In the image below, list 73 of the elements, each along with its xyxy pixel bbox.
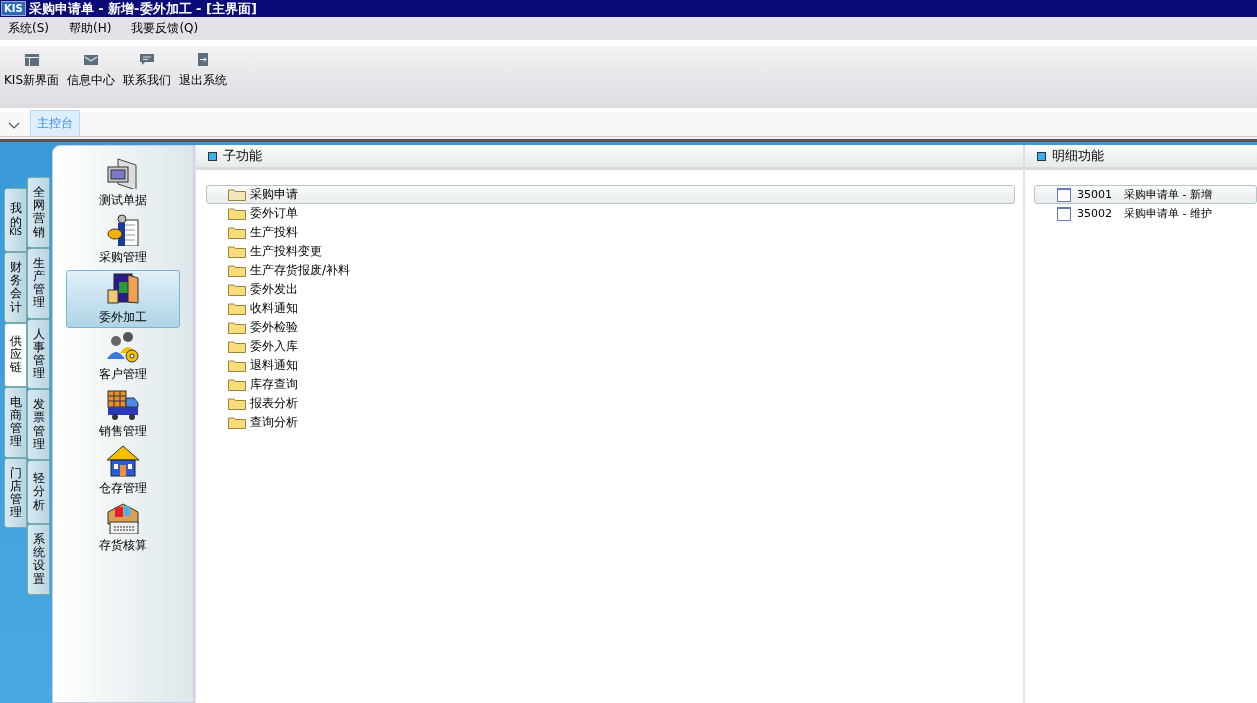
house-icon bbox=[106, 445, 140, 477]
exit-icon bbox=[198, 53, 209, 66]
folder-icon bbox=[228, 340, 246, 353]
folder-item[interactable]: 委外入库 bbox=[206, 337, 1015, 356]
toolbar-button[interactable]: 退出系统 bbox=[179, 53, 228, 101]
vertical-tab[interactable]: 系统设置 bbox=[27, 524, 50, 595]
vertical-tab[interactable]: 生产管理 bbox=[27, 247, 50, 319]
folder-item[interactable]: 收料通知 bbox=[206, 299, 1015, 318]
folder-item[interactable]: 委外订单 bbox=[206, 204, 1015, 223]
square-bullet-icon bbox=[208, 151, 217, 161]
vertical-tab[interactable]: 财务会计 bbox=[4, 252, 27, 323]
folder-icon bbox=[228, 245, 246, 258]
vertical-tab[interactable]: 人事管理 bbox=[27, 318, 50, 390]
folder-item[interactable]: 报表分析 bbox=[206, 394, 1015, 413]
folder-item[interactable]: 采购申请 bbox=[206, 185, 1015, 204]
document-icon bbox=[1057, 206, 1071, 221]
people-gear-icon bbox=[106, 331, 140, 363]
chevron-down-icon[interactable] bbox=[8, 122, 20, 130]
panel-title: 子功能 bbox=[223, 147, 262, 165]
module-item[interactable]: 存货核算 bbox=[66, 501, 180, 556]
folder-icon bbox=[228, 359, 246, 372]
folder-item[interactable]: 委外发出 bbox=[206, 280, 1015, 299]
panel-title: 明细功能 bbox=[1052, 147, 1104, 165]
vertical-tab[interactable]: 供应链 bbox=[4, 322, 27, 387]
vertical-tab[interactable]: 发票管理 bbox=[27, 389, 50, 460]
toolbar-button[interactable]: 信息中心 bbox=[67, 53, 116, 101]
module-item[interactable]: 采购管理 bbox=[66, 213, 180, 268]
menu-item[interactable]: 我要反馈(Q) bbox=[131, 20, 199, 37]
menu-item[interactable]: 系统(S) bbox=[8, 20, 49, 37]
folder-icon bbox=[228, 378, 246, 391]
toolbar-button[interactable]: 联系我们 bbox=[123, 53, 172, 101]
folder-icon bbox=[228, 264, 246, 277]
folder-icon bbox=[228, 226, 246, 239]
folder-icon bbox=[228, 321, 246, 334]
door-icon bbox=[106, 272, 140, 306]
vertical-tab[interactable]: 门店管理 bbox=[4, 457, 27, 529]
layout-icon bbox=[24, 53, 39, 66]
document-icon bbox=[1057, 187, 1071, 202]
folder-item[interactable]: 委外检验 bbox=[206, 318, 1015, 337]
clipboard-person-icon bbox=[106, 214, 140, 246]
folder-icon bbox=[228, 302, 246, 315]
module-item[interactable]: 销售管理 bbox=[66, 387, 180, 442]
vertical-tab[interactable]: 轻分析 bbox=[27, 460, 50, 524]
mail-icon bbox=[84, 53, 99, 66]
vertical-tab[interactable]: 全网营销 bbox=[27, 177, 50, 248]
folder-item[interactable]: 库存查询 bbox=[206, 375, 1015, 394]
module-item[interactable]: 测试单据 bbox=[66, 156, 180, 211]
vertical-tab[interactable]: 我的KIS bbox=[4, 188, 27, 252]
computer-icon bbox=[106, 157, 140, 189]
folder-item[interactable]: 退料通知 bbox=[206, 356, 1015, 375]
folder-icon bbox=[228, 416, 246, 429]
detail-item[interactable]: 35002 采购申请单 - 维护 bbox=[1034, 204, 1257, 223]
folder-icon bbox=[228, 283, 246, 296]
app-logo: KIS bbox=[1, 1, 26, 16]
menu-item[interactable]: 帮助(H) bbox=[69, 20, 112, 37]
chat-icon bbox=[140, 53, 155, 66]
folder-icon bbox=[228, 397, 246, 410]
folder-item[interactable]: 生产投料变更 bbox=[206, 242, 1015, 261]
folder-icon bbox=[228, 207, 246, 220]
folder-icon bbox=[228, 188, 246, 201]
folder-item[interactable]: 生产存货报废/补料 bbox=[206, 261, 1015, 280]
truck-icon bbox=[106, 388, 140, 420]
folder-item[interactable]: 生产投料 bbox=[206, 223, 1015, 242]
window-title: 采购申请单 - 新增-委外加工 - [主界面] bbox=[28, 0, 257, 18]
folder-item[interactable]: 查询分析 bbox=[206, 413, 1015, 432]
module-item[interactable]: 客户管理 bbox=[66, 330, 180, 385]
module-item[interactable]: 仓存管理 bbox=[66, 444, 180, 499]
vertical-tab[interactable]: 电商管理 bbox=[4, 386, 27, 458]
square-bullet-icon bbox=[1037, 151, 1046, 161]
toolbar-button[interactable]: KIS新界面 bbox=[4, 53, 60, 101]
cash-register-icon bbox=[106, 502, 140, 534]
detail-item[interactable]: 35001 采购申请单 - 新增 bbox=[1034, 185, 1257, 204]
module-item[interactable]: 委外加工 bbox=[66, 270, 180, 328]
